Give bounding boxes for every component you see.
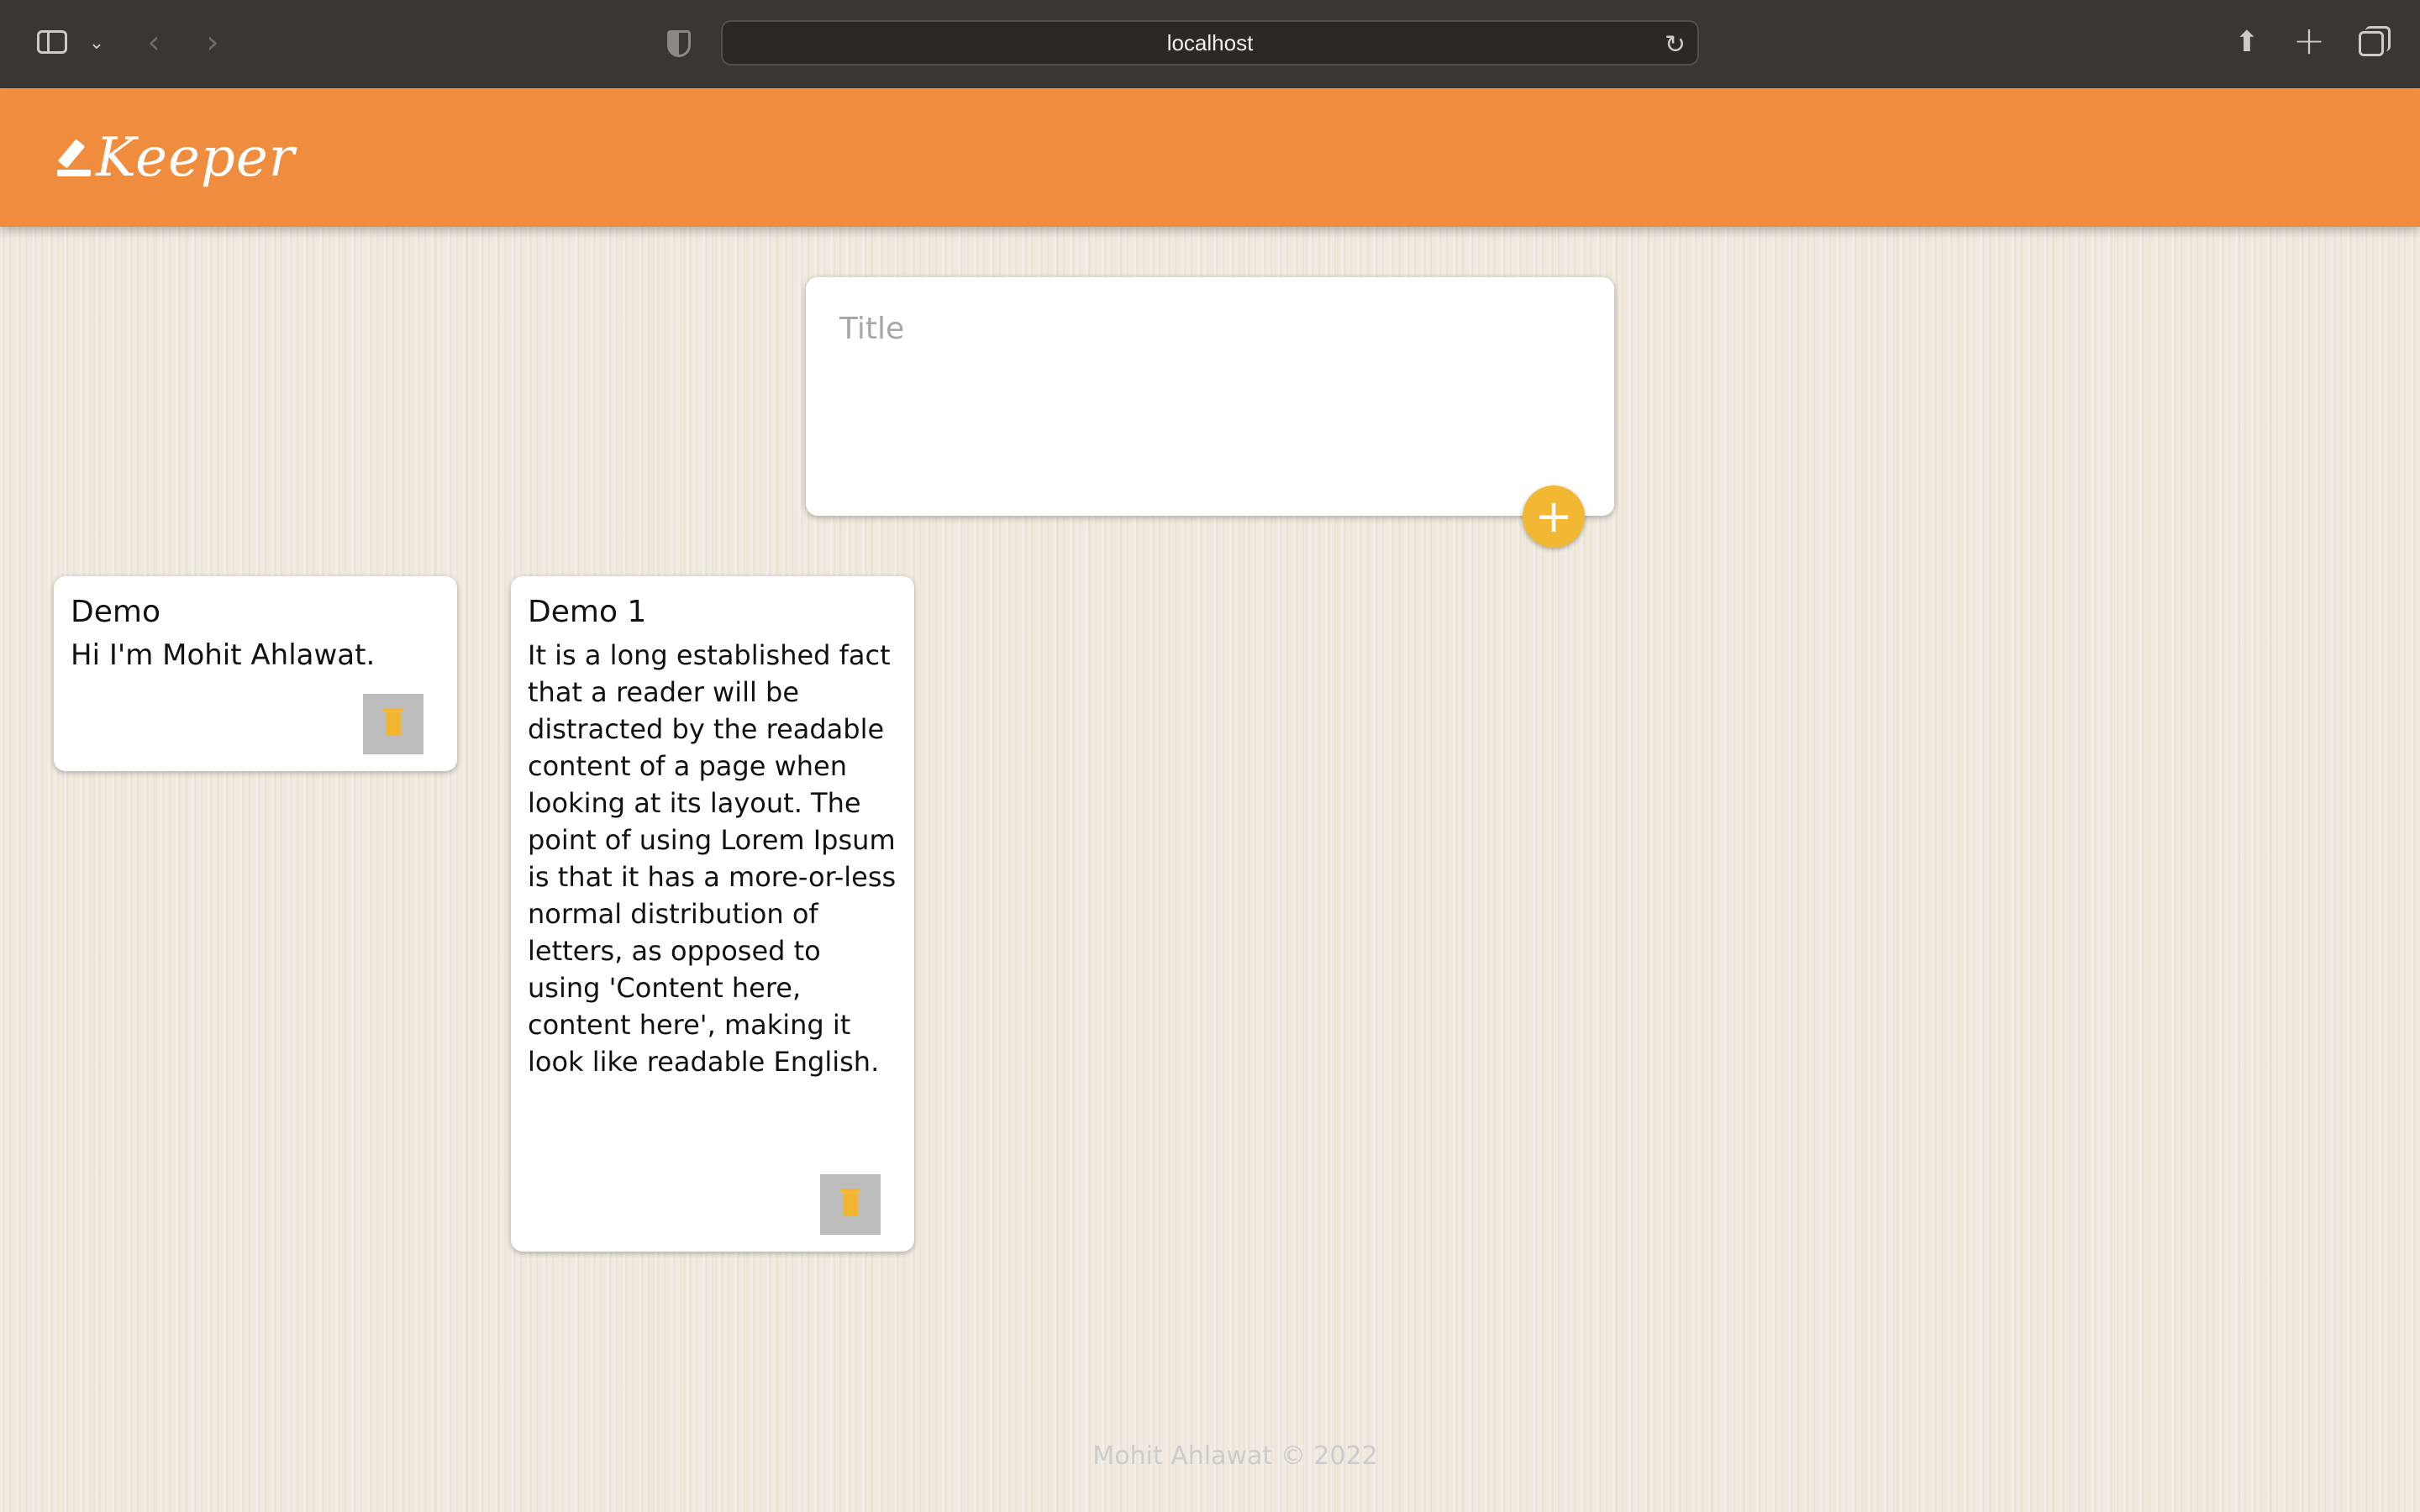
create-note-form xyxy=(806,277,1614,516)
share-button[interactable]: ⬆ xyxy=(2228,24,2265,60)
footer: Mohit Ahlawat © 2022 xyxy=(0,1441,2420,1471)
note-title-input[interactable] xyxy=(838,302,1564,354)
tab-overview-button[interactable] xyxy=(2353,25,2391,62)
reload-icon[interactable]: ↻ xyxy=(1665,30,1686,60)
chevron-down-icon[interactable]: ⌄ xyxy=(84,30,109,55)
chevron-left-icon: ‹ xyxy=(147,24,160,60)
plus-icon: + xyxy=(1534,490,1573,543)
new-tab-button[interactable]: + xyxy=(2291,18,2328,63)
forward-button[interactable]: › xyxy=(197,24,228,60)
trash-icon xyxy=(840,1189,860,1216)
privacy-report-button[interactable] xyxy=(664,27,694,60)
chevron-right-icon: › xyxy=(206,24,219,60)
browser-toolbar: ⌄ ‹ › localhost ↻ ⬆ + xyxy=(0,0,2420,88)
delete-note-button[interactable] xyxy=(363,694,424,754)
app-title: Keeper xyxy=(96,127,296,189)
plus-icon: + xyxy=(2292,18,2326,63)
delete-note-button[interactable] xyxy=(820,1174,881,1235)
sidebar-toggle-button[interactable] xyxy=(34,27,71,57)
brand: Keeper xyxy=(55,120,295,196)
note-card: Demo 1 It is a long established fact tha… xyxy=(511,576,914,1252)
share-icon: ⬆ xyxy=(2234,25,2260,59)
app-header: Keeper xyxy=(0,88,2420,227)
back-button[interactable]: ‹ xyxy=(139,24,169,60)
tabs-overview-icon xyxy=(2359,26,2391,56)
note-content: Hi I'm Mohit Ahlawat. xyxy=(71,638,376,672)
pencil-icon xyxy=(55,133,92,183)
address-bar[interactable]: localhost ↻ xyxy=(721,20,1699,66)
note-title: Demo 1 xyxy=(528,595,647,629)
url-text: localhost xyxy=(1166,29,1254,55)
copyright-text: Mohit Ahlawat © 2022 xyxy=(1092,1441,1378,1471)
note-card: Demo Hi I'm Mohit Ahlawat. xyxy=(54,576,457,771)
shield-icon xyxy=(667,30,691,57)
note-content: It is a long established fact that a rea… xyxy=(528,639,905,1078)
add-note-button[interactable]: + xyxy=(1523,486,1585,548)
sidebar-icon xyxy=(37,30,67,54)
trash-icon xyxy=(383,708,403,736)
note-title: Demo xyxy=(71,595,160,629)
